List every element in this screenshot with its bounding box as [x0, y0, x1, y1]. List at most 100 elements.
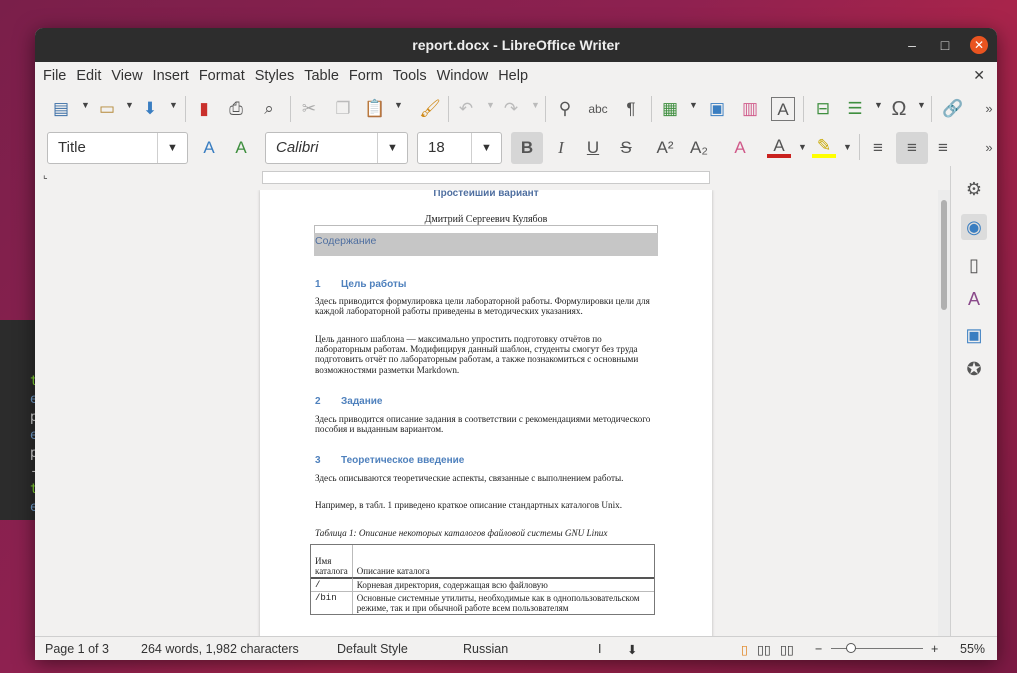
- chevron-down-icon[interactable]: ▼: [471, 133, 501, 163]
- align-center-icon[interactable]: ≡: [896, 132, 928, 164]
- single-page-view-icon[interactable]: ▯: [741, 642, 748, 657]
- bold-icon[interactable]: B: [511, 132, 543, 164]
- menu-view[interactable]: View: [106, 62, 147, 84]
- spelling-icon[interactable]: abc: [586, 97, 610, 121]
- section-number: 1: [315, 279, 321, 290]
- font-size-box[interactable]: 18 ▼: [417, 132, 502, 164]
- sidebar-properties-icon[interactable]: ◉: [961, 214, 987, 240]
- new-style-icon[interactable]: A: [229, 136, 253, 160]
- close-button[interactable]: ✕: [970, 36, 988, 54]
- page-count[interactable]: Page 1 of 3: [45, 642, 109, 656]
- clear-formatting-icon[interactable]: A: [728, 136, 752, 160]
- undo-icon[interactable]: ↶: [454, 97, 478, 121]
- sidebar-navigator-icon[interactable]: ✪: [961, 356, 987, 382]
- formatting-marks-icon[interactable]: ¶: [619, 97, 643, 121]
- zoom-slider[interactable]: [831, 648, 923, 649]
- chevron-down-icon[interactable]: ▼: [377, 133, 407, 163]
- insert-chart-icon[interactable]: ▥: [738, 97, 762, 121]
- standard-toolbar: ▤ ▼ ▭ ▼ ⬇ ▼ ▮ ⎙ ⌕ ✂ ❐ 📋 ▼ 🖌 ↶ ▼ ↷ ▼ ⚲ abc ¶ ▦ ▼…: [35, 90, 997, 128]
- insert-mode-icon[interactable]: I: [598, 642, 601, 656]
- superscript-icon[interactable]: A²: [653, 136, 677, 160]
- sidebar-page-icon[interactable]: ▯: [961, 252, 987, 278]
- zoom-level[interactable]: 55%: [960, 642, 985, 656]
- zoom-in-icon[interactable]: +: [931, 642, 938, 656]
- more-formatting-icon[interactable]: »: [977, 136, 997, 160]
- document-area[interactable]: Простейший вариант Дмитрий Сергеевич Кул…: [35, 190, 950, 636]
- word-count[interactable]: 264 words, 1,982 characters: [141, 642, 299, 656]
- section-title: Задание: [341, 396, 383, 407]
- chevron-down-icon[interactable]: ▼: [157, 133, 187, 163]
- document-page[interactable]: Простейший вариант Дмитрий Сергеевич Кул…: [260, 190, 712, 636]
- book-view-icon[interactable]: ▯▯: [780, 642, 794, 657]
- insert-page-break-icon[interactable]: ⊟: [811, 97, 835, 121]
- table-caption: Таблица 1: Описание некоторых каталогов …: [315, 528, 608, 538]
- italic-icon[interactable]: I: [549, 136, 573, 160]
- copy-icon[interactable]: ❐: [331, 97, 355, 121]
- title-bar[interactable]: report.docx - LibreOffice Writer – □ ✕: [35, 28, 997, 62]
- language[interactable]: Russian: [463, 642, 508, 656]
- window-title: report.docx - LibreOffice Writer: [412, 37, 620, 53]
- horizontal-ruler[interactable]: [262, 171, 710, 184]
- writer-window: report.docx - LibreOffice Writer – □ ✕ F…: [35, 28, 997, 660]
- print-icon[interactable]: ⎙: [224, 97, 248, 121]
- find-replace-icon[interactable]: ⚲: [553, 97, 577, 121]
- clone-formatting-icon[interactable]: 🖌: [418, 97, 442, 121]
- zoom-slider-handle[interactable]: [846, 643, 856, 653]
- menu-styles[interactable]: Styles: [250, 62, 300, 84]
- page-style[interactable]: Default Style: [337, 642, 408, 656]
- save-icon[interactable]: ⬇: [138, 97, 162, 121]
- section-number: 2: [315, 396, 321, 407]
- maximize-button[interactable]: □: [936, 36, 954, 54]
- save-status-icon[interactable]: ⬇: [627, 642, 637, 657]
- font-color-icon[interactable]: A: [767, 134, 791, 158]
- underline-icon[interactable]: U: [581, 136, 605, 160]
- menu-window[interactable]: Window: [432, 62, 494, 84]
- update-style-icon[interactable]: A: [197, 136, 221, 160]
- paste-icon[interactable]: 📋: [363, 97, 387, 121]
- align-right-icon[interactable]: ≡: [931, 136, 955, 160]
- menu-format[interactable]: Format: [194, 62, 250, 84]
- open-folder-icon[interactable]: ▭: [95, 97, 119, 121]
- insert-field-icon[interactable]: ☰: [843, 97, 867, 121]
- table-cell: /: [311, 577, 353, 591]
- export-pdf-icon[interactable]: ▮: [192, 97, 216, 121]
- highlighting-icon[interactable]: ✎: [812, 134, 836, 158]
- hyperlink-icon[interactable]: 🔗: [941, 97, 965, 121]
- print-preview-icon[interactable]: ⌕: [257, 97, 281, 121]
- menu-form[interactable]: Form: [344, 62, 388, 84]
- new-document-icon[interactable]: ▤: [49, 97, 73, 121]
- align-left-icon[interactable]: ≡: [866, 136, 890, 160]
- multi-page-view-icon[interactable]: ▯▯: [757, 642, 771, 657]
- toc-heading: Содержание: [314, 233, 658, 256]
- doc-title: Простейший вариант: [433, 190, 539, 199]
- paragraph: Здесь приводится формулировка цели лабор…: [315, 296, 650, 317]
- font-name-box[interactable]: Calibri ▼: [265, 132, 408, 164]
- insert-image-icon[interactable]: ▣: [705, 97, 729, 121]
- sidebar-settings-icon[interactable]: ⚙: [961, 176, 987, 202]
- insert-textbox-icon[interactable]: A: [771, 97, 795, 121]
- subscript-icon[interactable]: A₂: [687, 136, 711, 160]
- vertical-scrollbar[interactable]: [938, 190, 950, 636]
- menu-table[interactable]: Table: [299, 62, 344, 84]
- minimize-button[interactable]: –: [903, 36, 921, 54]
- scrollbar-thumb[interactable]: [941, 200, 947, 310]
- section-heading-2: 2 Задание: [315, 396, 382, 407]
- sidebar-gallery-icon[interactable]: ▣: [961, 322, 987, 348]
- insert-table-icon[interactable]: ▦: [658, 97, 682, 121]
- redo-icon[interactable]: ↷: [499, 97, 523, 121]
- menu-edit[interactable]: Edit: [71, 62, 106, 84]
- zoom-out-icon[interactable]: −: [815, 642, 822, 656]
- paragraph-style-box[interactable]: Title ▼: [47, 132, 188, 164]
- menu-tools[interactable]: Tools: [388, 62, 432, 84]
- special-character-icon[interactable]: Ω: [887, 97, 911, 121]
- sidebar-styles-icon[interactable]: A: [961, 286, 987, 312]
- tab-stop-icon[interactable]: ⌞: [43, 170, 48, 181]
- menu-help[interactable]: Help: [493, 62, 533, 84]
- menu-insert[interactable]: Insert: [148, 62, 194, 84]
- close-document-icon[interactable]: ✕: [973, 67, 985, 84]
- cut-icon[interactable]: ✂: [297, 97, 321, 121]
- more-tools-icon[interactable]: »: [977, 97, 997, 121]
- paragraph: Цель данного шаблона — максимально упрос…: [315, 334, 639, 375]
- strikethrough-icon[interactable]: S: [614, 136, 638, 160]
- menu-file[interactable]: File: [35, 62, 71, 84]
